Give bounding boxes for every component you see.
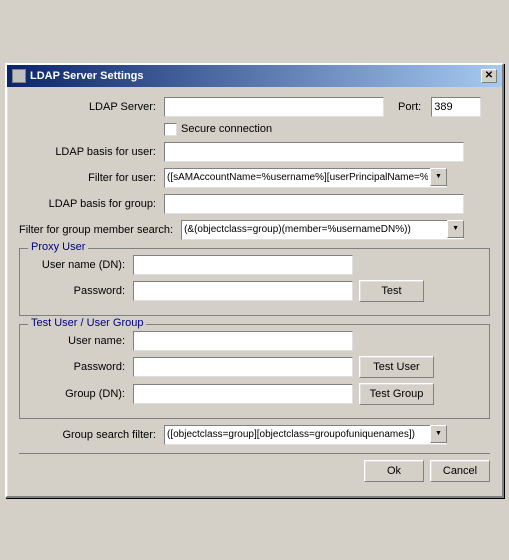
group-search-combo-wrapper bbox=[164, 425, 447, 445]
ldap-server-input[interactable] bbox=[164, 97, 384, 117]
secure-label: Secure connection bbox=[181, 123, 272, 135]
proxy-user-section: Proxy User User name (DN): Password: Tes… bbox=[19, 248, 490, 316]
test-group-row: Group (DN): Test Group bbox=[28, 383, 481, 405]
test-password-row: Password: Test User bbox=[28, 356, 481, 378]
test-user-button[interactable]: Test User bbox=[359, 356, 434, 378]
test-user-section: Test User / User Group User name: Passwo… bbox=[19, 324, 490, 419]
filter-user-combo-wrapper bbox=[164, 168, 447, 188]
window-title: LDAP Server Settings bbox=[30, 70, 144, 82]
port-label: Port: bbox=[398, 101, 421, 113]
test-password-input[interactable] bbox=[133, 357, 353, 377]
test-group-label: Group (DN): bbox=[28, 388, 133, 400]
title-bar-text: LDAP Server Settings bbox=[12, 69, 144, 83]
ldap-server-row: LDAP Server: Port: bbox=[19, 97, 490, 117]
title-bar: LDAP Server Settings ✕ bbox=[7, 65, 502, 87]
cancel-button[interactable]: Cancel bbox=[430, 460, 490, 482]
bottom-buttons: Ok Cancel bbox=[19, 453, 490, 486]
test-user-title: Test User / User Group bbox=[28, 317, 146, 329]
group-search-row: Group search filter: bbox=[19, 425, 490, 445]
filter-group-input[interactable] bbox=[181, 220, 464, 240]
ldap-basis-group-label: LDAP basis for group: bbox=[19, 198, 164, 210]
proxy-password-label: Password: bbox=[28, 285, 133, 297]
test-group-button[interactable]: Test Group bbox=[359, 383, 434, 405]
server-port-group: Port: bbox=[164, 97, 481, 117]
ldap-basis-user-input[interactable] bbox=[164, 142, 464, 162]
test-username-label: User name: bbox=[28, 335, 133, 347]
proxy-username-row: User name (DN): bbox=[28, 255, 481, 275]
port-input[interactable] bbox=[431, 97, 481, 117]
secure-checkbox-wrapper: Secure connection bbox=[164, 123, 272, 136]
ldap-server-label: LDAP Server: bbox=[19, 101, 164, 113]
group-search-label: Group search filter: bbox=[19, 429, 164, 441]
proxy-username-input[interactable] bbox=[133, 255, 353, 275]
proxy-username-label: User name (DN): bbox=[28, 259, 133, 271]
close-button[interactable]: ✕ bbox=[481, 69, 497, 83]
filter-user-label: Filter for user: bbox=[19, 172, 164, 184]
filter-group-label: Filter for group member search: bbox=[19, 224, 181, 236]
filter-group-row: Filter for group member search: bbox=[19, 220, 490, 240]
ldap-basis-group-input[interactable] bbox=[164, 194, 464, 214]
secure-checkbox[interactable] bbox=[164, 123, 177, 136]
ldap-basis-group-row: LDAP basis for group: bbox=[19, 194, 490, 214]
ldap-settings-window: LDAP Server Settings ✕ LDAP Server: Port… bbox=[5, 63, 504, 498]
test-username-row: User name: bbox=[28, 331, 481, 351]
window-icon bbox=[12, 69, 26, 83]
ldap-basis-user-label: LDAP basis for user: bbox=[19, 146, 164, 158]
proxy-password-row: Password: Test bbox=[28, 280, 481, 302]
filter-group-combo-wrapper bbox=[181, 220, 464, 240]
test-group-input[interactable] bbox=[133, 384, 353, 404]
proxy-user-title: Proxy User bbox=[28, 241, 88, 253]
ok-button[interactable]: Ok bbox=[364, 460, 424, 482]
test-username-input[interactable] bbox=[133, 331, 353, 351]
group-search-input[interactable] bbox=[164, 425, 447, 445]
test-button[interactable]: Test bbox=[359, 280, 424, 302]
secure-row: Secure connection bbox=[19, 123, 490, 136]
filter-user-input[interactable] bbox=[164, 168, 447, 188]
test-password-label: Password: bbox=[28, 361, 133, 373]
form-content: LDAP Server: Port: Secure connection LDA… bbox=[7, 87, 502, 496]
filter-user-row: Filter for user: bbox=[19, 168, 490, 188]
proxy-password-input[interactable] bbox=[133, 281, 353, 301]
ldap-basis-user-row: LDAP basis for user: bbox=[19, 142, 490, 162]
